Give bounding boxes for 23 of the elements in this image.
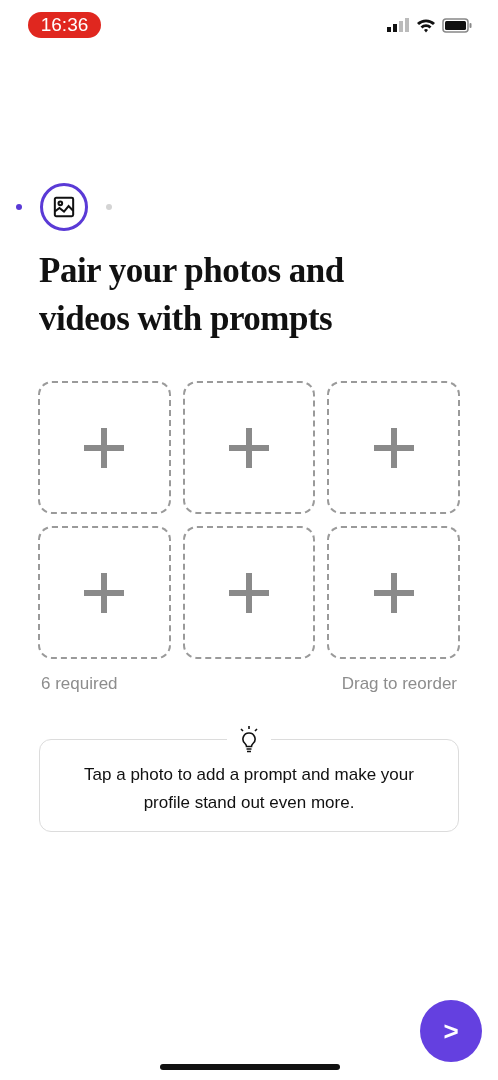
add-photo-slot[interactable]: [327, 526, 460, 659]
reorder-hint: Drag to reorder: [341, 673, 457, 695]
add-photo-slot[interactable]: [38, 381, 171, 514]
image-icon: [53, 196, 75, 218]
add-photo-slot[interactable]: [182, 381, 316, 514]
next-button[interactable]: >: [420, 1000, 482, 1062]
plus-icon: [229, 427, 269, 468]
plus-icon: [229, 572, 269, 613]
plus-icon: [373, 572, 414, 613]
wifi-icon: [416, 17, 436, 33]
tip-text: Tap a photo to add a prompt and make your profile stand out even more.: [83, 764, 415, 814]
status-time: 16:36: [28, 12, 101, 38]
lightbulb-icon: [237, 724, 261, 753]
required-count: 6 required: [41, 673, 118, 695]
battery-icon: [442, 17, 472, 33]
plus-icon: [84, 572, 125, 613]
page-title: Pair your photos and videos with prompts: [39, 250, 345, 340]
add-photo-slot[interactable]: [182, 526, 316, 659]
signal-icon: [387, 18, 410, 32]
plus-icon: [84, 427, 125, 468]
plus-icon: [373, 427, 414, 468]
add-photo-slot[interactable]: [327, 381, 460, 514]
add-photo-slot[interactable]: [38, 526, 171, 659]
